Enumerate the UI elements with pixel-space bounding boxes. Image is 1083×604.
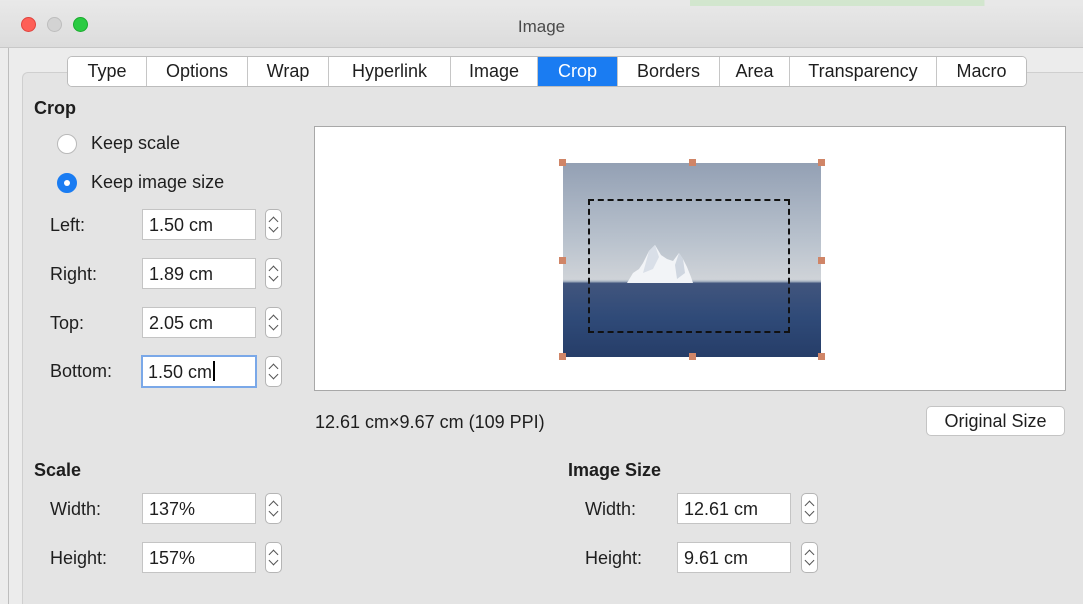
chevron-down-icon[interactable] <box>804 506 815 517</box>
text-caret <box>213 361 215 381</box>
crop-left-input[interactable]: 1.50 cm <box>142 209 256 240</box>
crop-left-stepper[interactable] <box>265 209 282 240</box>
image-size-info: 12.61 cm×9.67 cm (109 PPI) <box>315 412 545 432</box>
image-width-stepper[interactable] <box>801 493 818 524</box>
tab-crop[interactable]: Crop <box>538 57 618 86</box>
keep-image-size-label[interactable]: Keep image size <box>91 172 224 193</box>
tab-wrap[interactable]: Wrap <box>248 57 329 86</box>
crop-right-input[interactable]: 1.89 cm <box>142 258 256 289</box>
crop-handle-top-left[interactable] <box>559 159 566 166</box>
window-title: Image <box>517 17 566 36</box>
crop-right-stepper[interactable] <box>265 258 282 289</box>
tab-area[interactable]: Area <box>720 57 790 86</box>
keep-scale-label[interactable]: Keep scale <box>91 133 180 154</box>
crop-bottom-label: Bottom: <box>50 361 113 381</box>
tab-borders[interactable]: Borders <box>618 57 720 86</box>
crop-top-stepper[interactable] <box>265 307 282 338</box>
image-width-input[interactable]: 12.61 cm <box>677 493 791 524</box>
scale-height-label: Height: <box>50 548 108 568</box>
crop-handle-bottom-left[interactable] <box>559 353 566 360</box>
original-size-button[interactable]: Original Size <box>926 406 1065 436</box>
image-height-label: Height: <box>585 548 643 568</box>
crop-bottom-input[interactable]: 1.50 cm <box>141 355 257 388</box>
tab-hyperlink[interactable]: Hyperlink <box>329 57 451 86</box>
tab-type[interactable]: Type <box>68 57 147 86</box>
crop-top-input[interactable]: 2.05 cm <box>142 307 256 338</box>
crop-handle-top[interactable] <box>689 159 696 166</box>
scale-width-stepper[interactable] <box>265 493 282 524</box>
scale-width-label: Width: <box>50 499 102 519</box>
background-window-strip <box>100 0 1083 6</box>
window-left-edge <box>8 48 9 604</box>
crop-handle-top-right[interactable] <box>818 159 825 166</box>
crop-handle-bottom-right[interactable] <box>818 353 825 360</box>
tab-transparency[interactable]: Transparency <box>790 57 937 86</box>
scale-height-input[interactable]: 157% <box>142 542 256 573</box>
chevron-down-icon[interactable] <box>268 222 279 233</box>
chevron-down-icon[interactable] <box>268 320 279 331</box>
crop-handle-left[interactable] <box>559 257 566 264</box>
crop-preview[interactable] <box>314 126 1066 391</box>
image-height-stepper[interactable] <box>801 542 818 573</box>
scale-height-stepper[interactable] <box>265 542 282 573</box>
crop-bottom-value: 1.50 cm <box>148 362 213 382</box>
chevron-down-icon[interactable] <box>268 369 279 380</box>
crop-handle-bottom[interactable] <box>689 353 696 360</box>
keep-image-size-radio[interactable] <box>57 173 77 193</box>
image-height-input[interactable]: 9.61 cm <box>677 542 791 573</box>
tab-image[interactable]: Image <box>451 57 538 86</box>
keep-scale-radio[interactable] <box>57 134 77 154</box>
crop-top-label: Top: <box>50 313 85 333</box>
crop-left-label: Left: <box>50 215 86 235</box>
crop-bottom-stepper[interactable] <box>265 356 282 387</box>
chevron-down-icon[interactable] <box>268 506 279 517</box>
chevron-down-icon[interactable] <box>268 271 279 282</box>
chevron-down-icon[interactable] <box>804 555 815 566</box>
title-bar: Image <box>0 0 1083 48</box>
scale-heading: Scale <box>34 460 82 480</box>
image-size-heading: Image Size <box>568 460 662 480</box>
tab-macro[interactable]: Macro <box>937 57 1026 86</box>
tab-bar: Type Options Wrap Hyperlink Image Crop B… <box>67 56 1027 87</box>
tab-options[interactable]: Options <box>147 57 248 86</box>
chevron-down-icon[interactable] <box>268 555 279 566</box>
crop-right-label: Right: <box>50 264 98 284</box>
image-width-label: Width: <box>585 499 637 519</box>
crop-heading: Crop <box>34 98 76 118</box>
crop-handle-right[interactable] <box>818 257 825 264</box>
crop-frame[interactable] <box>588 199 790 333</box>
scale-width-input[interactable]: 137% <box>142 493 256 524</box>
